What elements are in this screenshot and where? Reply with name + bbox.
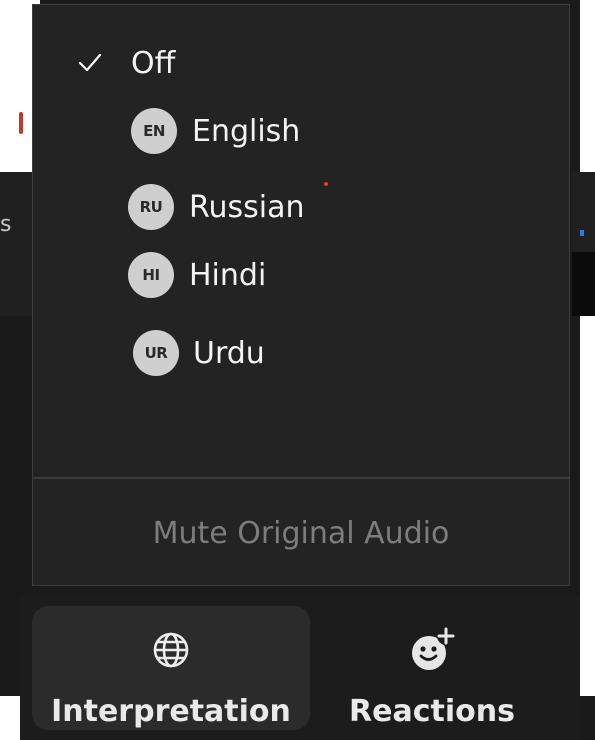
menu-item-hindi[interactable]: HI Hindi	[33, 247, 569, 303]
background-window-fragment-right	[580, 0, 595, 172]
language-badge-ru: RU	[128, 184, 174, 230]
language-label-english: English	[192, 113, 301, 149]
checkmark-icon	[77, 50, 103, 76]
globe-icon	[141, 620, 201, 680]
menu-divider	[33, 477, 569, 479]
menu-item-off[interactable]: Off	[33, 35, 569, 91]
language-badge-ur: UR	[133, 330, 179, 376]
menu-item-off-label: Off	[131, 45, 176, 81]
reactions-label: Reactions	[349, 694, 515, 729]
language-label-hindi: Hindi	[189, 257, 267, 293]
background-window-fragment-bottom	[0, 696, 20, 740]
background-panel-left	[0, 172, 32, 316]
language-badge-en: EN	[131, 108, 177, 154]
emoji-add-icon	[402, 620, 462, 680]
interpretation-label: Interpretation	[51, 694, 291, 729]
menu-item-english[interactable]: EN English	[33, 103, 569, 159]
mute-original-audio-label: Mute Original Audio	[152, 515, 450, 551]
language-label-russian: Russian	[189, 189, 305, 225]
language-badge-hi: HI	[128, 252, 174, 298]
meeting-toolbar: Interpretation Reactions	[20, 596, 580, 740]
interpretation-button[interactable]: Interpretation	[32, 606, 310, 730]
notification-dot	[324, 182, 328, 186]
reactions-button[interactable]: Reactions	[320, 606, 544, 730]
background-blue-mark	[580, 230, 584, 236]
background-text-fragment: s	[0, 212, 12, 237]
mute-original-audio-item[interactable]: Mute Original Audio	[33, 505, 569, 561]
language-label-urdu: Urdu	[193, 335, 265, 371]
interpretation-menu: Off EN English RU Russian HI Hindi UR Ur…	[32, 4, 570, 586]
background-window-edge	[580, 316, 595, 696]
background-red-mark	[19, 112, 23, 134]
menu-item-urdu[interactable]: UR Urdu	[33, 325, 569, 381]
background-panel-right-dark	[572, 252, 595, 316]
menu-item-russian[interactable]: RU Russian	[33, 179, 569, 235]
